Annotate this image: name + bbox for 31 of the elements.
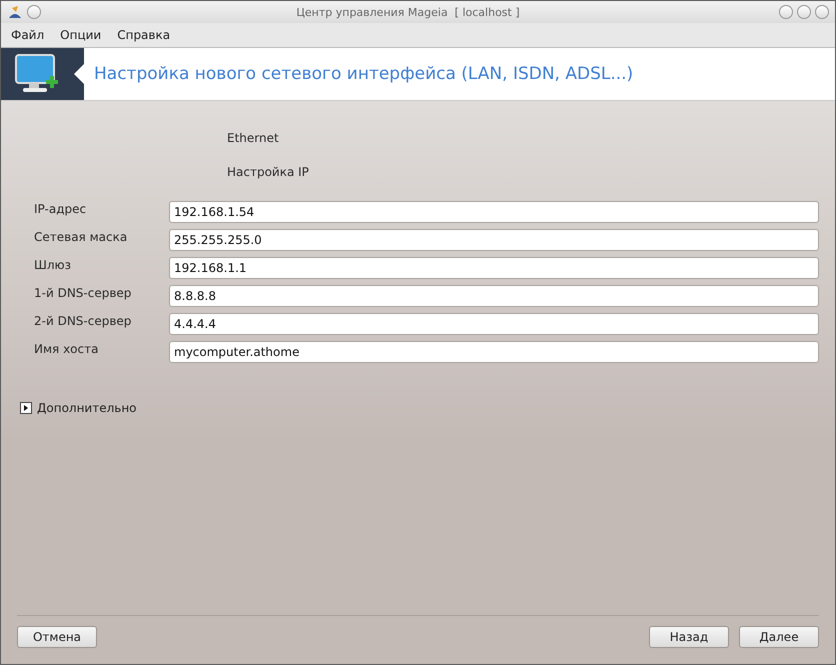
menu-item[interactable]: Справка — [117, 28, 170, 42]
next-button[interactable]: Далее — [739, 626, 819, 648]
field-label: Сетевая маска — [34, 229, 128, 245]
input-field[interactable]: 255.255.255.0 — [169, 229, 819, 251]
window-title: Центр управления Mageia [ localhost ] — [295, 6, 521, 18]
app-icon — [7, 4, 23, 20]
monitor-add-icon — [15, 54, 59, 94]
field-label: IP-адрес — [34, 201, 88, 217]
minimize-button[interactable] — [779, 5, 793, 19]
expander-icon — [20, 402, 32, 414]
field-label: Имя хоста — [34, 341, 100, 357]
banner-notch — [74, 64, 84, 84]
input-field[interactable]: 192.168.1.54 — [169, 201, 819, 223]
input-field[interactable]: mycomputer.athome — [169, 341, 819, 363]
menu-button[interactable] — [27, 5, 41, 19]
back-button[interactable]: Назад — [649, 626, 729, 648]
field-label: 2-й DNS-сервер — [34, 313, 132, 329]
banner-title: Настройка нового сетевого интерфейса (LAN, ISDN, ADSL...) — [94, 64, 634, 84]
section-heading: Ethernet — [227, 131, 280, 145]
field-label: 1-й DNS-сервер — [34, 285, 132, 301]
input-field[interactable]: 4.4.4.4 — [169, 313, 819, 335]
input-field[interactable]: 192.168.1.1 — [169, 257, 819, 279]
menu-item[interactable]: Файл — [11, 28, 44, 42]
close-button[interactable] — [815, 5, 829, 19]
maximize-button[interactable] — [797, 5, 811, 19]
expander[interactable]: Дополнительно — [20, 401, 137, 415]
menu-item[interactable]: Опции — [60, 28, 102, 42]
field-label: Шлюз — [34, 257, 72, 273]
input-field[interactable]: 8.8.8.8 — [169, 285, 819, 307]
cancel-button[interactable]: Отмена — [17, 626, 97, 648]
section-heading: Настройка IP — [227, 165, 310, 179]
